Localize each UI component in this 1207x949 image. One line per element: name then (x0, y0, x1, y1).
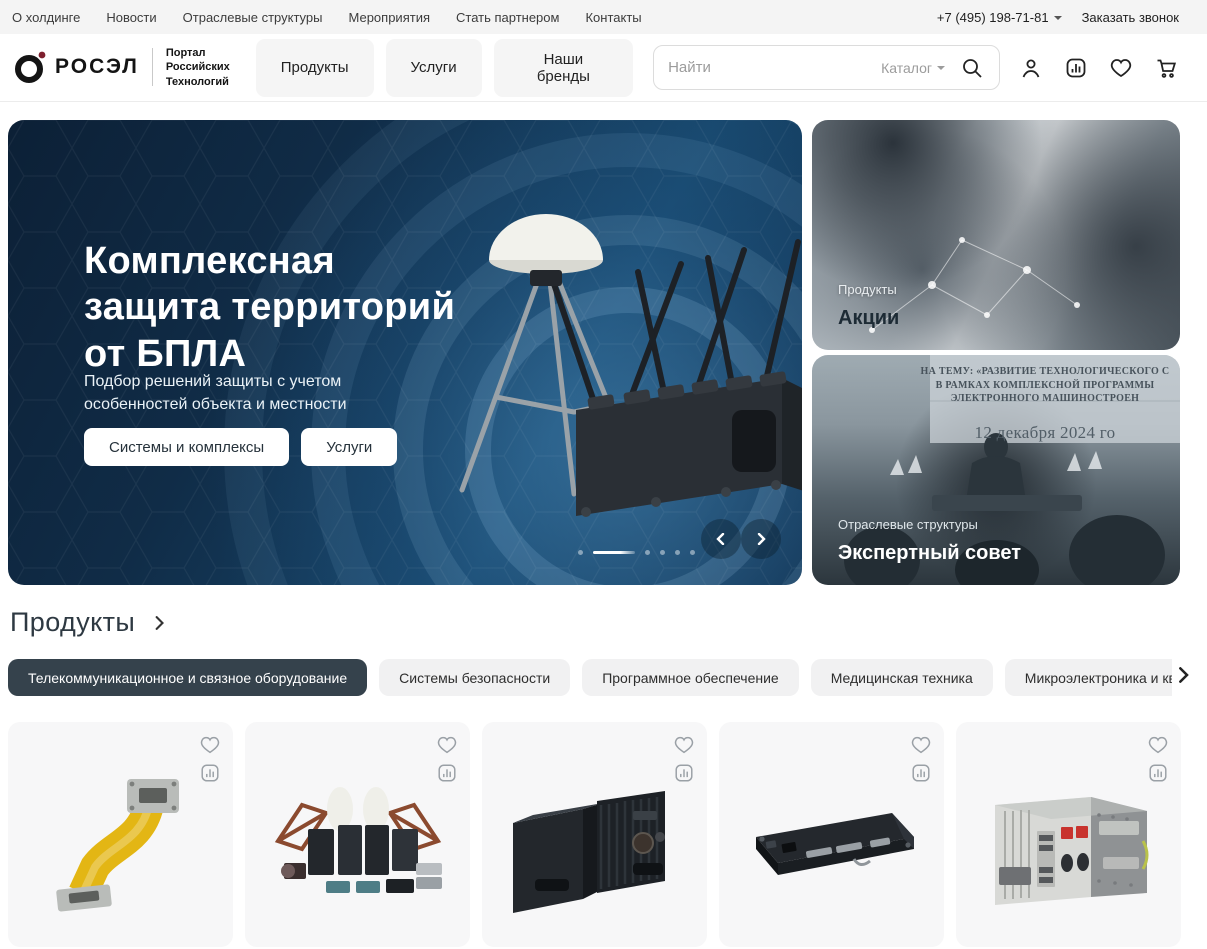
compare-icon[interactable] (199, 762, 221, 787)
compare-icon[interactable] (910, 762, 932, 787)
slider-dot[interactable] (660, 550, 665, 555)
compare-icon[interactable] (1063, 55, 1089, 81)
product-image-ruggedized-units (505, 771, 685, 921)
top-utility-bar: О холдинге Новости Отраслевые структуры … (0, 0, 1207, 34)
nav-brands-button[interactable]: Наши бренды (494, 39, 633, 97)
expert-card-category: Отраслевые структуры (838, 517, 1021, 532)
chip-telecom-equipment[interactable]: Телекоммуникационное и связное оборудова… (8, 659, 367, 696)
favorite-icon[interactable] (436, 734, 458, 759)
anti-drone-system-image (426, 172, 802, 532)
header-actions (1018, 55, 1179, 81)
logo[interactable]: РОСЭЛ Портал Российских Технологий (14, 46, 230, 89)
nav-products-button[interactable]: Продукты (256, 39, 374, 97)
conference-screen-date: 12 декабря 2024 го (920, 422, 1170, 445)
request-call-link[interactable]: Заказать звонок (1082, 10, 1179, 25)
product-card[interactable] (245, 722, 470, 947)
chip-medical-equipment[interactable]: Медицинская техника (811, 659, 993, 696)
search-catalog-dropdown[interactable]: Каталог (881, 60, 945, 76)
favorite-icon[interactable] (673, 734, 695, 759)
logo-o-icon (14, 50, 48, 84)
compare-icon[interactable] (673, 762, 695, 787)
topbar-links: О холдинге Новости Отраслевые структуры … (12, 10, 642, 25)
phone-number[interactable]: +7 (495) 198-71-81 (937, 10, 1062, 25)
hero-systems-button[interactable]: Системы и комплексы (84, 428, 289, 466)
link-about-holding[interactable]: О холдинге (12, 10, 80, 25)
catalog-caret-icon (937, 66, 945, 70)
expert-council-card[interactable]: НА ТЕМУ: «РАЗВИТИЕ ТЕХНОЛОГИЧЕСКОГО С В … (812, 355, 1180, 585)
hero-subtitle: Подбор решений защиты с учетом особеннос… (84, 370, 434, 416)
product-image-modular-chassis (979, 771, 1159, 921)
product-card[interactable] (956, 722, 1181, 947)
slider-dot[interactable] (578, 550, 583, 555)
link-events[interactable]: Мероприятия (349, 10, 431, 25)
compare-icon[interactable] (1147, 762, 1169, 787)
header-nav: Продукты Услуги Наши бренды (256, 39, 633, 97)
product-card[interactable] (482, 722, 707, 947)
logo-tagline: Портал Российских Технологий (166, 46, 230, 89)
chip-software[interactable]: Программное обеспечение (582, 659, 799, 696)
search-icon[interactable] (959, 55, 985, 81)
logo-brand-name: РОСЭЛ (55, 55, 139, 79)
slider-next-button[interactable] (741, 519, 781, 559)
slider-dot[interactable] (645, 550, 650, 555)
product-cards (8, 722, 1207, 947)
link-industry-structures[interactable]: Отраслевые структуры (183, 10, 323, 25)
promo-card-title: Акции (838, 307, 899, 330)
slider-dot[interactable] (675, 550, 680, 555)
products-section-link-chevron[interactable] (152, 616, 166, 630)
link-become-partner[interactable]: Стать партнером (456, 10, 559, 25)
profile-icon[interactable] (1018, 55, 1044, 81)
product-image-radio-relay-kit (268, 771, 448, 921)
expert-card-title: Экспертный совет (838, 542, 1021, 565)
link-news[interactable]: Новости (106, 10, 156, 25)
hero-title: Комплексная защита территорий от БПЛА (84, 238, 455, 377)
category-chips: Телекоммуникационное и связное оборудова… (0, 659, 1172, 696)
favorites-icon[interactable] (1108, 55, 1134, 81)
favorite-icon[interactable] (910, 734, 932, 759)
product-image-rack-unit (742, 771, 922, 921)
slider-dot-active[interactable] (593, 551, 635, 554)
search-bar[interactable]: Каталог (653, 45, 1000, 90)
product-card[interactable] (8, 722, 233, 947)
slider-dot[interactable] (690, 550, 695, 555)
product-card[interactable] (719, 722, 944, 947)
conference-screen-text: НА ТЕМУ: «РАЗВИТИЕ ТЕХНОЛОГИЧЕСКОГО С В … (920, 365, 1170, 444)
slider-dots (578, 550, 695, 555)
cart-icon[interactable] (1153, 55, 1179, 81)
slider-prev-button[interactable] (701, 519, 741, 559)
favorite-icon[interactable] (199, 734, 221, 759)
chip-microelectronics[interactable]: Микроэлектроника и квантовые технологии (1005, 659, 1172, 696)
hero-services-button[interactable]: Услуги (301, 428, 397, 466)
promo-card-category: Продукты (838, 282, 899, 297)
chips-scroll-next-button[interactable] (1175, 667, 1191, 686)
products-section-title: Продукты (10, 607, 135, 638)
search-input[interactable] (668, 59, 867, 76)
product-image-waveguide-bend (31, 771, 211, 921)
phone-caret-icon (1054, 16, 1062, 20)
chip-security-systems[interactable]: Системы безопасности (379, 659, 570, 696)
nav-services-button[interactable]: Услуги (386, 39, 482, 97)
compare-icon[interactable] (436, 762, 458, 787)
favorite-icon[interactable] (1147, 734, 1169, 759)
promo-card-akcii[interactable]: Продукты Акции (812, 120, 1180, 350)
link-contacts[interactable]: Контакты (585, 10, 641, 25)
hero-banner[interactable]: Комплексная защита территорий от БПЛА По… (8, 120, 802, 585)
main-header: РОСЭЛ Портал Российских Технологий Проду… (0, 34, 1207, 102)
